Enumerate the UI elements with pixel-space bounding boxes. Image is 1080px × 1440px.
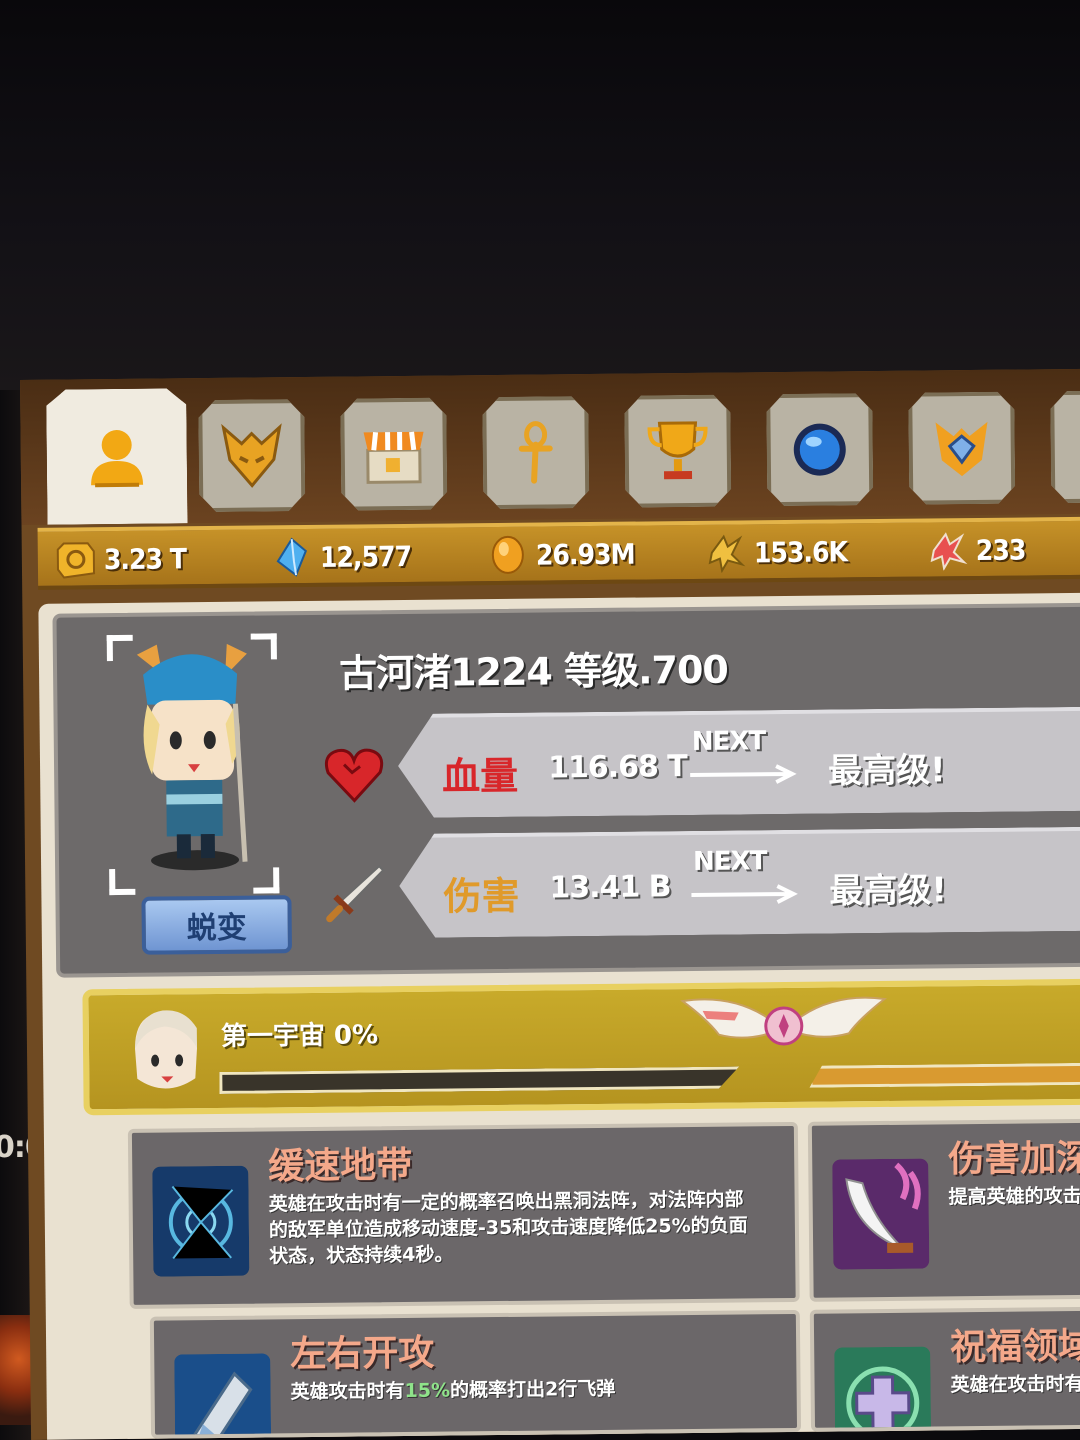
damage-stat-row: 伤害 13.41 B NEXT 最高级! — [399, 827, 1080, 938]
gold-amount: 3.23 T — [103, 541, 187, 576]
tab-dragon[interactable] — [198, 399, 305, 512]
missile-skill-icon — [174, 1353, 272, 1439]
skill-card-blessing-field[interactable]: 祝福领域 英雄在攻击时有一定围内的友军单位回复 — [809, 1306, 1080, 1432]
skill-desc-text: 英雄攻击时有 — [290, 1380, 405, 1404]
trophy-icon — [641, 415, 714, 488]
skill-card-damage-boost[interactable]: 伤害加深 提高英雄的攻击力 — [807, 1118, 1080, 1302]
damage-value: 13.41 B — [549, 869, 671, 906]
dragon-mask-icon — [215, 419, 288, 492]
player-name-level: 古河渚1224 等级.700 — [338, 647, 729, 696]
universe-progress-bar — [219, 1067, 739, 1094]
tab-ankh[interactable] — [482, 396, 589, 509]
gem-resource: 12,577 — [272, 536, 412, 577]
red-rune-icon — [930, 532, 968, 571]
shard-resource: 233 — [928, 529, 1026, 571]
blue-crystal-icon — [276, 537, 308, 577]
arrow-right-icon — [689, 882, 799, 907]
tab-hero[interactable] — [46, 388, 187, 524]
universe-next-bar — [809, 1062, 1080, 1087]
cross-skill-icon — [834, 1346, 932, 1432]
orb-icon — [783, 413, 856, 486]
heart-icon — [324, 748, 384, 803]
orange-coin-icon — [491, 535, 524, 574]
hp-stat-row: 血量 116.68 T NEXT 最高级! — [398, 707, 1080, 818]
transform-button[interactable]: 蜕变 — [141, 895, 293, 955]
damage-next-label: NEXT — [692, 846, 767, 877]
hp-max-label: 最高级! — [827, 750, 946, 792]
gold-coin-icon — [56, 542, 96, 579]
hero-face-icon — [135, 1010, 198, 1089]
winged-emblem-icon — [680, 996, 888, 1046]
hp-next-label: NEXT — [691, 726, 766, 757]
shard-amount: 233 — [975, 532, 1026, 567]
tab-emblem[interactable] — [908, 392, 1015, 505]
tab-bar — [20, 368, 1080, 525]
skill-desc-highlight: 15% — [404, 1379, 451, 1403]
skill-description: 英雄攻击时有15%的概率打出2行飞弹 — [290, 1374, 770, 1405]
resource-bar: 3.23 T 12,577 26.93M 153.6K 233 — [37, 516, 1080, 590]
arrow-right-icon — [688, 762, 798, 787]
hp-value: 116.68 T — [547, 749, 687, 786]
skill-title: 伤害加深 — [948, 1137, 1080, 1181]
skill-description: 英雄在攻击时有一定围内的友军单位回复 — [950, 1370, 1080, 1397]
ankh-icon — [499, 416, 572, 489]
coin-amount: 26.93M — [535, 537, 635, 572]
frame-corner — [109, 868, 136, 896]
essence-amount: 153.6K — [753, 534, 848, 569]
skill-description: 提高英雄的攻击力 — [948, 1184, 1080, 1209]
black-hole-skill-icon — [152, 1165, 250, 1277]
emblem-icon — [925, 412, 998, 485]
gem-amount: 12,577 — [319, 539, 412, 574]
essence-resource: 153.6K — [706, 531, 848, 573]
hero-portrait[interactable] — [106, 633, 280, 896]
gold-rune-icon — [708, 534, 746, 573]
damage-max-label: 最高级! — [829, 870, 948, 912]
frame-corner — [106, 634, 133, 662]
tab-orb[interactable] — [766, 393, 873, 506]
skill-desc-text: 的概率打出2行飞弹 — [449, 1377, 616, 1402]
universe-progress-panel[interactable]: 第一宇宙 0% — [82, 978, 1080, 1116]
tab-trophy[interactable] — [624, 395, 731, 508]
skill-title: 祝福领域 — [949, 1325, 1080, 1369]
universe-label: 第一宇宙 0% — [220, 1020, 379, 1052]
hp-label: 血量 — [441, 753, 519, 799]
gold-resource: 3.23 T — [56, 538, 187, 579]
frame-corner — [250, 633, 277, 660]
hero-panel: 蜕变 古河渚1224 等级.700 血量 116.68 T NEXT 最高级! — [38, 592, 1080, 1440]
tab-partial[interactable] — [1050, 390, 1080, 503]
skill-card-slow-zone[interactable]: 缓速地带 英雄在攻击时有一定的概率召唤出黑洞法阵，对法阵内部的敌军单位造成移动速… — [127, 1121, 800, 1309]
shop-icon — [357, 418, 430, 491]
skill-title: 缓速地带 — [268, 1144, 413, 1188]
coin-resource: 26.93M — [488, 534, 635, 576]
person-icon — [80, 420, 153, 493]
monitor-background — [0, 0, 1080, 390]
damage-label: 伤害 — [443, 873, 520, 919]
game-screen: 3.23 T 12,577 26.93M 153.6K 233 蜕变 古河渚12… — [20, 368, 1080, 1440]
tab-shop[interactable] — [340, 398, 447, 511]
hero-info-box: 蜕变 古河渚1224 等级.700 血量 116.68 T NEXT 最高级! — [52, 602, 1080, 978]
skill-title: 左右开攻 — [290, 1332, 435, 1376]
frame-corner — [253, 867, 280, 894]
skill-description: 英雄在攻击时有一定的概率召唤出黑洞法阵，对法阵内部的敌军单位造成移动速度-35和… — [268, 1188, 748, 1268]
sword-icon — [326, 864, 385, 923]
hero-avatar — [136, 643, 248, 871]
blade-skill-icon — [832, 1158, 930, 1270]
skill-card-dual-attack[interactable]: 左右开攻 英雄攻击时有15%的概率打出2行飞弹 — [149, 1309, 802, 1439]
